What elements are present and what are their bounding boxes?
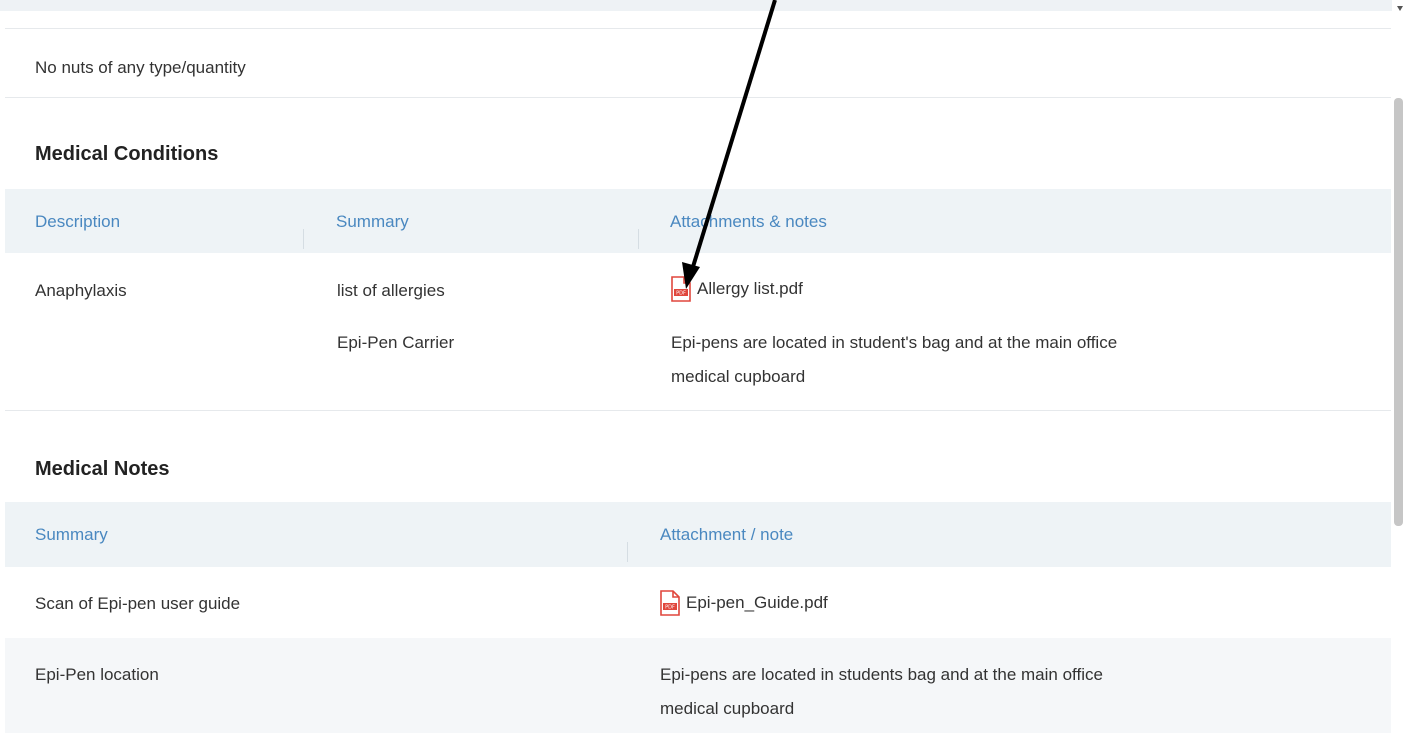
medical-conditions-header: Description Summary Attachments & notes: [5, 189, 1391, 253]
medical-notes-title: Medical Notes: [35, 458, 170, 480]
divider: [5, 97, 1391, 98]
top-band: [0, 0, 1392, 11]
scrollbar-thumb[interactable]: [1394, 98, 1403, 526]
medical-notes-header: Summary Attachment / note: [5, 502, 1391, 567]
attachment-filename[interactable]: Epi-pen_Guide.pdf: [686, 593, 828, 613]
epi-pen-guide-attachment[interactable]: PDF Epi-pen_Guide.pdf: [660, 590, 828, 616]
condition-summary: list of allergies: [337, 281, 445, 300]
pdf-file-icon: PDF: [671, 276, 691, 302]
attachment-filename[interactable]: Allergy list.pdf: [697, 279, 803, 299]
column-header-attachment-note[interactable]: Attachment / note: [660, 525, 793, 545]
note-text: medical cupboard: [660, 699, 795, 718]
column-header-summary[interactable]: Summary: [35, 525, 108, 545]
allergy-note: No nuts of any type/quantity: [35, 58, 246, 77]
column-header-attachments-notes[interactable]: Attachments & notes: [670, 212, 827, 232]
scroll-up-caret-icon[interactable]: [1397, 6, 1403, 11]
column-divider: [638, 229, 639, 249]
pdf-file-icon: PDF: [660, 590, 680, 616]
svg-text:PDF: PDF: [676, 291, 686, 297]
divider: [5, 28, 1391, 29]
divider: [5, 410, 1391, 411]
column-divider: [303, 229, 304, 249]
condition-note: Epi-pens are located in student's bag an…: [671, 333, 1118, 352]
student-medical-details: No nuts of any type/quantity Medical Con…: [0, 0, 1405, 733]
column-header-summary[interactable]: Summary: [336, 212, 409, 232]
column-header-description[interactable]: Description: [35, 212, 120, 232]
note-text: Epi-pens are located in students bag and…: [660, 665, 1103, 684]
note-summary: Scan of Epi-pen user guide: [35, 594, 241, 613]
note-summary: Epi-Pen location: [35, 665, 159, 684]
condition-summary: Epi-Pen Carrier: [337, 333, 455, 352]
allergy-list-attachment[interactable]: PDF Allergy list.pdf: [671, 276, 803, 302]
medical-conditions-title: Medical Conditions: [35, 143, 219, 165]
column-divider: [627, 542, 628, 562]
svg-text:PDF: PDF: [665, 605, 675, 611]
condition-note: medical cupboard: [671, 367, 806, 386]
condition-description: Anaphylaxis: [35, 281, 127, 300]
